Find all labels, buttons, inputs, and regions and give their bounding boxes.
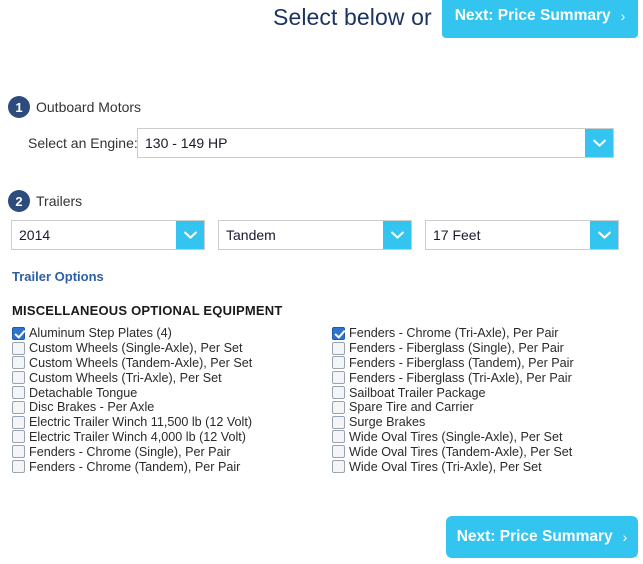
equipment-option-label: Custom Wheels (Single-Axle), Per Set — [29, 341, 243, 356]
equipment-option-label: Aluminum Step Plates (4) — [29, 326, 172, 341]
equipment-option-row[interactable]: Custom Wheels (Single-Axle), Per Set — [12, 341, 322, 356]
engine-field-label: Select an Engine: — [28, 135, 138, 151]
chevron-down-icon[interactable] — [383, 221, 411, 249]
equipment-option-row[interactable]: Sailboat Trailer Package — [332, 385, 632, 400]
checkbox-unchecked-icon[interactable] — [12, 356, 25, 370]
equipment-option-row[interactable]: Wide Oval Tires (Single-Axle), Per Set — [332, 430, 632, 445]
section-2-header: 2 Trailers — [8, 190, 82, 212]
checkbox-unchecked-icon[interactable] — [332, 445, 345, 459]
trailer-length-select[interactable]: 17 Feet — [425, 220, 619, 250]
next-button-label: Next: Price Summary — [454, 7, 611, 24]
trailer-axle-select[interactable]: Tandem — [218, 220, 412, 250]
equipment-option-row[interactable]: Fenders - Fiberglass (Single), Per Pair — [332, 341, 632, 356]
equipment-option-label: Wide Oval Tires (Tri-Axle), Per Set — [349, 459, 542, 474]
checkbox-unchecked-icon[interactable] — [12, 460, 25, 474]
checkbox-unchecked-icon[interactable] — [12, 415, 25, 429]
equipment-option-label: Fenders - Chrome (Tri-Axle), Per Pair — [349, 326, 559, 341]
equipment-option-row[interactable]: Custom Wheels (Tri-Axle), Per Set — [12, 370, 322, 385]
equipment-option-row[interactable]: Aluminum Step Plates (4) — [12, 326, 322, 341]
checkbox-unchecked-icon[interactable] — [332, 460, 345, 474]
equipment-option-row[interactable]: Electric Trailer Winch 4,000 lb (12 Volt… — [12, 430, 322, 445]
chevron-right-icon: › — [622, 529, 628, 545]
equipment-option-row[interactable]: Wide Oval Tires (Tandem-Axle), Per Set — [332, 444, 632, 459]
equipment-option-label: Fenders - Fiberglass (Single), Per Pair — [349, 341, 564, 356]
section-2-title: Trailers — [36, 193, 83, 209]
checkbox-unchecked-icon[interactable] — [332, 430, 345, 444]
next-button-label: Next: Price Summary — [456, 528, 613, 545]
equipment-option-row[interactable]: Detachable Tongue — [12, 385, 322, 400]
checkbox-unchecked-icon[interactable] — [332, 341, 345, 355]
trailer-length-value: 17 Feet — [433, 227, 481, 243]
equipment-option-row[interactable]: Spare Tire and Carrier — [332, 400, 632, 415]
engine-select-value: 130 - 149 HP — [145, 135, 228, 151]
checkbox-checked-icon[interactable] — [332, 326, 345, 340]
equipment-option-label: Sailboat Trailer Package — [349, 385, 486, 400]
section-1-header: 1 Outboard Motors — [8, 96, 141, 118]
equipment-option-row[interactable]: Wide Oval Tires (Tri-Axle), Per Set — [332, 459, 632, 474]
equipment-list-left: Aluminum Step Plates (4) Custom Wheels (S… — [12, 326, 322, 474]
chevron-right-icon: › — [620, 8, 626, 24]
step-badge-2: 2 — [8, 190, 30, 212]
equipment-option-label: Detachable Tongue — [29, 385, 138, 400]
next-price-summary-button-bottom[interactable]: Next: Price Summary › — [446, 516, 638, 558]
equipment-list-right: Fenders - Chrome (Tri-Axle), Per Pair Fen… — [332, 326, 632, 474]
equipment-option-label: Wide Oval Tires (Tandem-Axle), Per Set — [349, 444, 573, 459]
equipment-option-label: Fenders - Chrome (Tandem), Per Pair — [29, 459, 241, 474]
equipment-option-row[interactable]: Fenders - Fiberglass (Tandem), Per Pair — [332, 356, 632, 371]
equipment-option-row[interactable]: Disc Brakes - Per Axle — [12, 400, 322, 415]
trailer-axle-value: Tandem — [226, 227, 276, 243]
trailer-year-value: 2014 — [19, 227, 51, 243]
section-trailers: 2 Trailers — [8, 190, 82, 212]
equipment-option-row[interactable]: Electric Trailer Winch 11,500 lb (12 Vol… — [12, 415, 322, 430]
equipment-option-label: Custom Wheels (Tandem-Axle), Per Set — [29, 355, 253, 370]
page-header: Select below or Next: Price Summary › — [0, 0, 643, 44]
checkbox-unchecked-icon[interactable] — [12, 386, 25, 400]
section-outboard-motors: 1 Outboard Motors — [8, 96, 141, 118]
engine-select[interactable]: 130 - 149 HP — [137, 128, 614, 158]
trailer-options-link[interactable]: Trailer Options — [12, 269, 104, 284]
equipment-option-row[interactable]: Fenders - Chrome (Tri-Axle), Per Pair — [332, 326, 632, 341]
checkbox-unchecked-icon[interactable] — [332, 415, 345, 429]
equipment-option-row[interactable]: Fenders - Chrome (Tandem), Per Pair — [12, 459, 322, 474]
checkbox-unchecked-icon[interactable] — [12, 400, 25, 414]
equipment-option-row[interactable]: Custom Wheels (Tandem-Axle), Per Set — [12, 356, 322, 371]
chevron-down-icon[interactable] — [585, 129, 613, 157]
equipment-option-row[interactable]: Fenders - Fiberglass (Tri-Axle), Per Pai… — [332, 370, 632, 385]
equipment-option-label: Fenders - Fiberglass (Tandem), Per Pair — [349, 355, 574, 370]
checkbox-unchecked-icon[interactable] — [332, 371, 345, 385]
checkbox-unchecked-icon[interactable] — [12, 430, 25, 444]
equipment-option-label: Fenders - Chrome (Single), Per Pair — [29, 444, 231, 459]
chevron-down-icon[interactable] — [590, 221, 618, 249]
equipment-option-label: Electric Trailer Winch 4,000 lb (12 Volt… — [29, 429, 246, 444]
equipment-option-label: Wide Oval Tires (Single-Axle), Per Set — [349, 429, 563, 444]
equipment-option-row[interactable]: Fenders - Chrome (Single), Per Pair — [12, 444, 322, 459]
equipment-option-label: Spare Tire and Carrier — [349, 400, 474, 415]
page-title: Select below or — [273, 4, 432, 30]
chevron-down-icon[interactable] — [176, 221, 204, 249]
next-price-summary-button-top[interactable]: Next: Price Summary › — [442, 0, 638, 38]
section-1-title: Outboard Motors — [36, 99, 142, 115]
equipment-heading: MISCELLANEOUS OPTIONAL EQUIPMENT — [12, 303, 283, 318]
checkbox-checked-icon[interactable] — [12, 326, 25, 340]
checkbox-unchecked-icon[interactable] — [12, 445, 25, 459]
equipment-option-label: Surge Brakes — [349, 415, 426, 430]
equipment-option-label: Disc Brakes - Per Axle — [29, 400, 155, 415]
checkbox-unchecked-icon[interactable] — [332, 386, 345, 400]
equipment-option-label: Custom Wheels (Tri-Axle), Per Set — [29, 370, 222, 385]
equipment-option-label: Electric Trailer Winch 11,500 lb (12 Vol… — [29, 415, 253, 430]
checkbox-unchecked-icon[interactable] — [332, 356, 345, 370]
checkbox-unchecked-icon[interactable] — [332, 400, 345, 414]
equipment-option-row[interactable]: Surge Brakes — [332, 415, 632, 430]
trailer-year-select[interactable]: 2014 — [11, 220, 205, 250]
checkbox-unchecked-icon[interactable] — [12, 341, 25, 355]
equipment-option-label: Fenders - Fiberglass (Tri-Axle), Per Pai… — [349, 370, 572, 385]
step-badge-1: 1 — [8, 96, 30, 118]
checkbox-unchecked-icon[interactable] — [12, 371, 25, 385]
